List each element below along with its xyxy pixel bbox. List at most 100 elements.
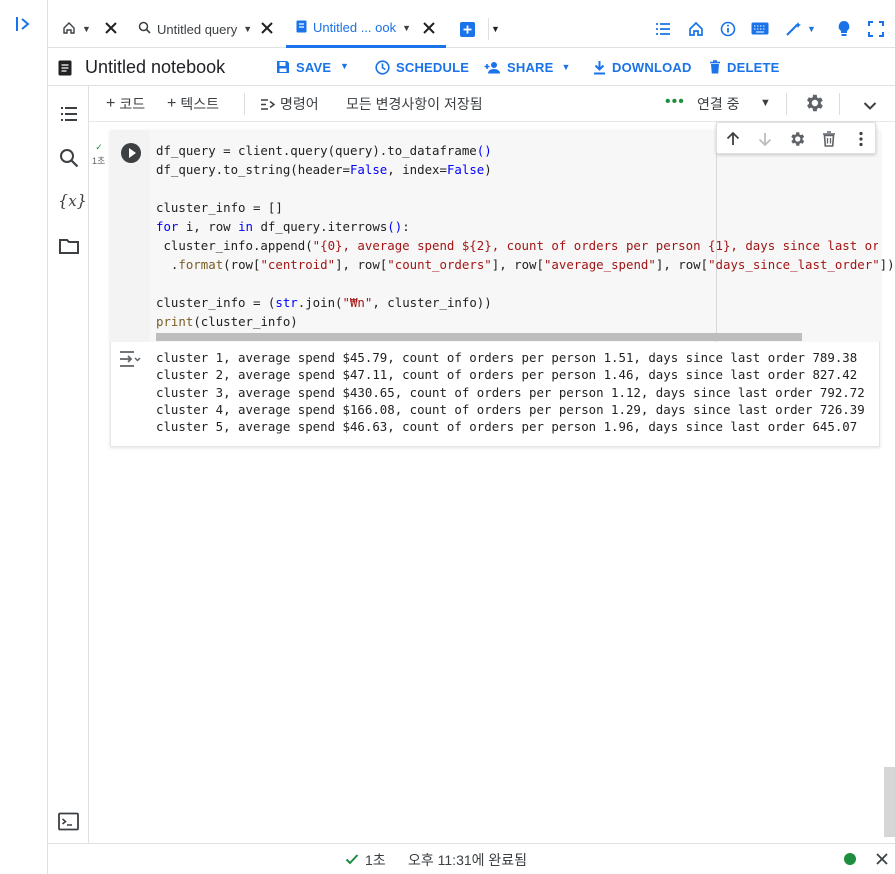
output-line: cluster 1, average spend $45.79, count o… bbox=[156, 350, 858, 365]
code-line: print(cluster_info) bbox=[156, 314, 298, 329]
cell-toolbar: + 코드 + 텍스트 명령어 모든 변경사항이 저장됨 ••• 연결 중 ▼ bbox=[89, 86, 895, 122]
tab-untitled-query[interactable]: Untitled query ▼ bbox=[138, 10, 252, 48]
horizontal-scrollbar[interactable] bbox=[156, 333, 802, 341]
save-options-chevron-icon[interactable]: ▼ bbox=[340, 61, 349, 71]
home-icon[interactable] bbox=[688, 21, 704, 42]
delete-button[interactable]: DELETE bbox=[709, 58, 779, 76]
chevron-down-icon[interactable]: ▼ bbox=[491, 24, 500, 34]
chevron-down-icon[interactable]: ▼ bbox=[402, 23, 411, 33]
command-label: 명령어 bbox=[280, 96, 319, 112]
tab-bar: ▼ Untitled query ▼ Untitled ... ook ▼ ▼ bbox=[48, 10, 895, 48]
expand-panel-icon[interactable] bbox=[14, 14, 34, 34]
save-button[interactable]: SAVE bbox=[276, 58, 331, 76]
add-code-button[interactable]: + 코드 bbox=[106, 94, 145, 114]
add-text-label: 텍스트 bbox=[180, 96, 219, 112]
chevron-down-icon[interactable]: ▼ bbox=[82, 24, 91, 34]
keyboard-icon[interactable] bbox=[751, 22, 769, 40]
terminal-icon[interactable] bbox=[58, 812, 80, 832]
search-icon[interactable] bbox=[58, 147, 80, 169]
divider bbox=[244, 93, 245, 115]
trash-icon bbox=[710, 60, 720, 74]
notebook-title[interactable]: Untitled notebook bbox=[85, 57, 225, 78]
folder-icon[interactable] bbox=[58, 235, 80, 257]
connection-status[interactable]: 연결 중 bbox=[697, 94, 740, 114]
code-line: df_query = client.query(query).to_datafr… bbox=[156, 143, 492, 158]
left-rail bbox=[0, 0, 48, 874]
cell-settings-gear-icon[interactable] bbox=[788, 130, 806, 148]
person-add-icon bbox=[484, 61, 500, 73]
fullscreen-icon[interactable] bbox=[868, 21, 884, 42]
home-icon bbox=[62, 21, 76, 38]
share-label: SHARE bbox=[507, 59, 554, 75]
output-line: cluster 3, average spend $430.65, count … bbox=[156, 385, 865, 400]
status-exec-time: 1초 bbox=[365, 852, 386, 868]
lightbulb-icon[interactable] bbox=[837, 20, 851, 43]
plus-icon: + bbox=[106, 95, 116, 112]
command-palette-button[interactable]: 명령어 bbox=[260, 94, 319, 114]
check-icon bbox=[345, 852, 359, 866]
close-icon[interactable] bbox=[875, 852, 889, 866]
magic-wand-icon[interactable] bbox=[785, 21, 803, 42]
output-options-icon[interactable] bbox=[119, 349, 141, 369]
collapse-chevron-icon[interactable] bbox=[863, 98, 877, 116]
execution-time: 1초 bbox=[92, 156, 106, 166]
move-down-icon[interactable] bbox=[756, 130, 774, 148]
variables-icon[interactable]: {x} bbox=[58, 191, 87, 213]
download-icon bbox=[594, 60, 605, 74]
close-home-tab-icon[interactable] bbox=[104, 21, 118, 35]
save-label: SAVE bbox=[296, 59, 332, 75]
delete-label: DELETE bbox=[727, 59, 780, 75]
chevron-down-icon[interactable]: ▼ bbox=[807, 24, 816, 34]
connection-dot-icon bbox=[844, 853, 856, 865]
code-line: df_query.to_string(header=False, index=F… bbox=[156, 162, 492, 177]
code-line: cluster_info = [] bbox=[156, 200, 283, 215]
tab-label: Untitled query bbox=[157, 21, 238, 37]
code-line: cluster_info = (str.join("₩n", cluster_i… bbox=[156, 295, 492, 310]
code-line: cluster_info.append("{0}, average spend … bbox=[156, 238, 878, 253]
add-tab-icon[interactable] bbox=[460, 22, 475, 37]
share-button[interactable]: SHARE ▼ bbox=[484, 58, 571, 76]
close-query-tab-icon[interactable] bbox=[260, 21, 274, 35]
divider bbox=[488, 18, 489, 40]
more-dots-icon[interactable]: ••• bbox=[665, 93, 685, 111]
divider bbox=[786, 93, 787, 115]
chevron-down-icon[interactable]: ▼ bbox=[562, 62, 571, 72]
sidebar-divider bbox=[88, 86, 89, 843]
output-line: cluster 2, average spend $47.11, count o… bbox=[156, 367, 858, 382]
command-icon bbox=[261, 98, 276, 110]
run-cell-button[interactable] bbox=[121, 143, 141, 163]
schedule-button[interactable]: SCHEDULE bbox=[375, 58, 469, 76]
close-notebook-tab-icon[interactable] bbox=[422, 21, 436, 35]
output-line: cluster 4, average spend $166.08, count … bbox=[156, 402, 865, 417]
status-completed-text: 오후 11:31에 완료됨 bbox=[408, 852, 528, 868]
chevron-down-icon[interactable]: ▼ bbox=[243, 24, 252, 34]
connection-chevron-icon[interactable]: ▼ bbox=[760, 97, 771, 109]
notebook-icon bbox=[296, 20, 307, 36]
save-status-text: 모든 변경사항이 저장됨 bbox=[346, 96, 483, 112]
more-vert-icon[interactable] bbox=[852, 130, 870, 148]
tab-home[interactable]: ▼ bbox=[62, 10, 91, 48]
schedule-label: SCHEDULE bbox=[396, 59, 470, 75]
table-of-contents-icon[interactable] bbox=[58, 103, 80, 125]
add-text-button[interactable]: + 텍스트 bbox=[167, 94, 219, 114]
output-line: cluster 5, average spend $46.63, count o… bbox=[156, 419, 858, 434]
vertical-scrollbar[interactable] bbox=[884, 767, 895, 837]
save-icon bbox=[277, 61, 289, 73]
divider bbox=[839, 93, 840, 115]
move-up-icon[interactable] bbox=[724, 130, 742, 148]
status-bar: 1초 오후 11:31에 완료됨 bbox=[48, 843, 895, 874]
download-button[interactable]: DOWNLOAD bbox=[593, 58, 692, 76]
notebook-toolbar: Untitled notebook SAVE ▼ SCHEDULE SHARE … bbox=[48, 48, 895, 86]
settings-gear-icon[interactable] bbox=[803, 92, 825, 119]
plus-icon: + bbox=[167, 95, 177, 112]
code-line: for i, row in df_query.iterrows(): bbox=[156, 219, 410, 234]
query-icon bbox=[138, 21, 151, 37]
execution-check-icon: ✓ bbox=[95, 142, 103, 152]
code-line: .format(row["centroid"], row["count_orde… bbox=[156, 257, 895, 272]
delete-cell-icon[interactable] bbox=[820, 130, 838, 148]
list-icon[interactable] bbox=[655, 22, 671, 41]
download-label: DOWNLOAD bbox=[612, 59, 692, 75]
info-icon[interactable] bbox=[720, 21, 736, 42]
notebook-icon bbox=[58, 60, 72, 76]
add-code-label: 코드 bbox=[119, 96, 146, 112]
